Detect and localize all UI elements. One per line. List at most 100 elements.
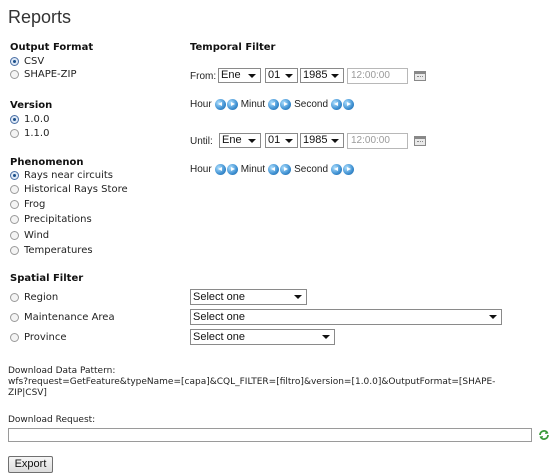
from-month-select[interactable]: Ene bbox=[218, 68, 261, 83]
radio-button[interactable] bbox=[10, 185, 19, 194]
refresh-icon[interactable] bbox=[538, 429, 550, 441]
chevron-down-icon bbox=[489, 315, 497, 319]
output-format-heading: Output Format bbox=[10, 42, 94, 53]
temporal-filter-heading: Temporal Filter bbox=[190, 42, 276, 53]
radio-button[interactable] bbox=[10, 171, 19, 180]
chevron-down-icon bbox=[331, 74, 339, 78]
download-pattern-label: Download Data Pattern: bbox=[8, 366, 116, 376]
page-title: Reports bbox=[8, 7, 72, 27]
option-label: Temperatures bbox=[24, 245, 93, 256]
phenomenon-option-precipitations[interactable]: Precipitations bbox=[10, 213, 92, 226]
download-request-input[interactable] bbox=[8, 428, 532, 442]
download-pattern-line-1: wfs?request=GetFeature&typeName=[capa]&C… bbox=[8, 377, 496, 387]
option-label: Maintenance Area bbox=[24, 312, 115, 323]
output-format-option-shape-zip[interactable]: SHAPE-ZIP bbox=[10, 68, 77, 81]
radio-button[interactable] bbox=[10, 215, 19, 224]
from-year-select[interactable]: 1985 bbox=[300, 68, 344, 83]
second-label: Second bbox=[294, 99, 329, 110]
select-value: 01 bbox=[268, 69, 281, 81]
calendar-icon[interactable] bbox=[414, 71, 426, 81]
spatial-option-province[interactable]: Province bbox=[10, 331, 67, 344]
radio-button[interactable] bbox=[10, 129, 19, 138]
hour-decrement-icon[interactable] bbox=[214, 164, 226, 175]
minute-decrement-icon[interactable] bbox=[268, 164, 280, 175]
download-pattern-line-2: ZIP|CSV] bbox=[8, 388, 47, 398]
phenomenon-option-frog[interactable]: Frog bbox=[10, 198, 45, 211]
chevron-down-icon bbox=[248, 74, 256, 78]
export-button[interactable]: Export bbox=[8, 456, 53, 473]
option-label: Region bbox=[24, 292, 59, 303]
select-value: Select one bbox=[193, 291, 245, 303]
second-decrement-icon[interactable] bbox=[331, 99, 343, 110]
second-decrement-icon[interactable] bbox=[331, 164, 343, 175]
radio-button[interactable] bbox=[10, 333, 19, 342]
option-label: Frog bbox=[24, 199, 46, 210]
from-time-input[interactable]: 12:00:00 bbox=[347, 68, 408, 84]
select-value: 1985 bbox=[303, 134, 328, 146]
hour-increment-icon[interactable] bbox=[226, 99, 238, 110]
spatial-option-region[interactable]: Region bbox=[10, 291, 58, 304]
version-heading: Version bbox=[10, 100, 53, 111]
spatial-filter-heading: Spatial Filter bbox=[10, 273, 84, 284]
chevron-down-icon bbox=[322, 335, 330, 339]
radio-button[interactable] bbox=[10, 313, 19, 322]
phenomenon-option-temperatures[interactable]: Temperatures bbox=[10, 244, 93, 257]
minute-increment-icon[interactable] bbox=[280, 99, 292, 110]
from-label: From: bbox=[190, 71, 217, 82]
hour-label: Hour bbox=[190, 99, 212, 110]
until-label: Until: bbox=[190, 136, 213, 147]
from-time-spinners: Hour Minut Second bbox=[190, 99, 355, 110]
option-label: Rays near circuits bbox=[24, 170, 113, 181]
output-format-option-csv[interactable]: CSV bbox=[10, 55, 44, 68]
option-label: CSV bbox=[24, 56, 45, 67]
spatial-option-maintenance-area[interactable]: Maintenance Area bbox=[10, 311, 115, 324]
second-increment-icon[interactable] bbox=[343, 99, 355, 110]
phenomenon-heading: Phenomenon bbox=[10, 157, 84, 168]
until-time-spinners: Hour Minut Second bbox=[190, 164, 355, 175]
radio-button[interactable] bbox=[10, 70, 19, 79]
hour-label: Hour bbox=[190, 164, 212, 175]
option-label: 1.1.0 bbox=[24, 128, 50, 139]
radio-button[interactable] bbox=[10, 231, 19, 240]
minute-label: Minut bbox=[240, 99, 266, 110]
chevron-down-icon bbox=[285, 139, 293, 143]
second-label: Second bbox=[294, 164, 329, 175]
radio-button[interactable] bbox=[10, 293, 19, 302]
select-value: Ene bbox=[221, 69, 241, 81]
province-select[interactable]: Select one bbox=[190, 329, 335, 345]
radio-button[interactable] bbox=[10, 200, 19, 209]
version-option-1-0-0[interactable]: 1.0.0 bbox=[10, 113, 49, 126]
minute-increment-icon[interactable] bbox=[280, 164, 292, 175]
download-request-label: Download Request: bbox=[8, 415, 96, 425]
option-label: Wind bbox=[24, 230, 50, 241]
hour-decrement-icon[interactable] bbox=[214, 99, 226, 110]
until-month-select[interactable]: Ene bbox=[219, 133, 261, 148]
until-time-input[interactable]: 12:00:00 bbox=[347, 133, 408, 149]
until-year-select[interactable]: 1985 bbox=[300, 133, 344, 148]
maintenance-area-select[interactable]: Select one bbox=[190, 309, 502, 325]
radio-button[interactable] bbox=[10, 246, 19, 255]
radio-button[interactable] bbox=[10, 57, 19, 66]
until-day-select[interactable]: 01 bbox=[265, 133, 298, 148]
phenomenon-option-wind[interactable]: Wind bbox=[10, 229, 49, 242]
second-increment-icon[interactable] bbox=[343, 164, 355, 175]
select-value: 1985 bbox=[303, 69, 328, 81]
region-select[interactable]: Select one bbox=[190, 289, 307, 305]
select-value: 01 bbox=[268, 134, 281, 146]
chevron-down-icon bbox=[248, 139, 256, 143]
chevron-down-icon bbox=[331, 139, 339, 143]
hour-increment-icon[interactable] bbox=[226, 164, 238, 175]
version-option-1-1-0[interactable]: 1.1.0 bbox=[10, 127, 49, 140]
radio-button[interactable] bbox=[10, 115, 19, 124]
calendar-icon[interactable] bbox=[414, 136, 426, 146]
select-value: Select one bbox=[193, 311, 245, 323]
select-value: Ene bbox=[222, 134, 242, 146]
select-value: Select one bbox=[193, 331, 245, 343]
minute-decrement-icon[interactable] bbox=[268, 99, 280, 110]
chevron-down-icon bbox=[285, 74, 293, 78]
from-day-select[interactable]: 01 bbox=[265, 68, 298, 83]
chevron-down-icon bbox=[294, 295, 302, 299]
phenomenon-option-historical-rays-store[interactable]: Historical Rays Store bbox=[10, 183, 128, 196]
option-label: 1.0.0 bbox=[24, 114, 50, 125]
phenomenon-option-rays-near-circuits[interactable]: Rays near circuits bbox=[10, 169, 113, 182]
